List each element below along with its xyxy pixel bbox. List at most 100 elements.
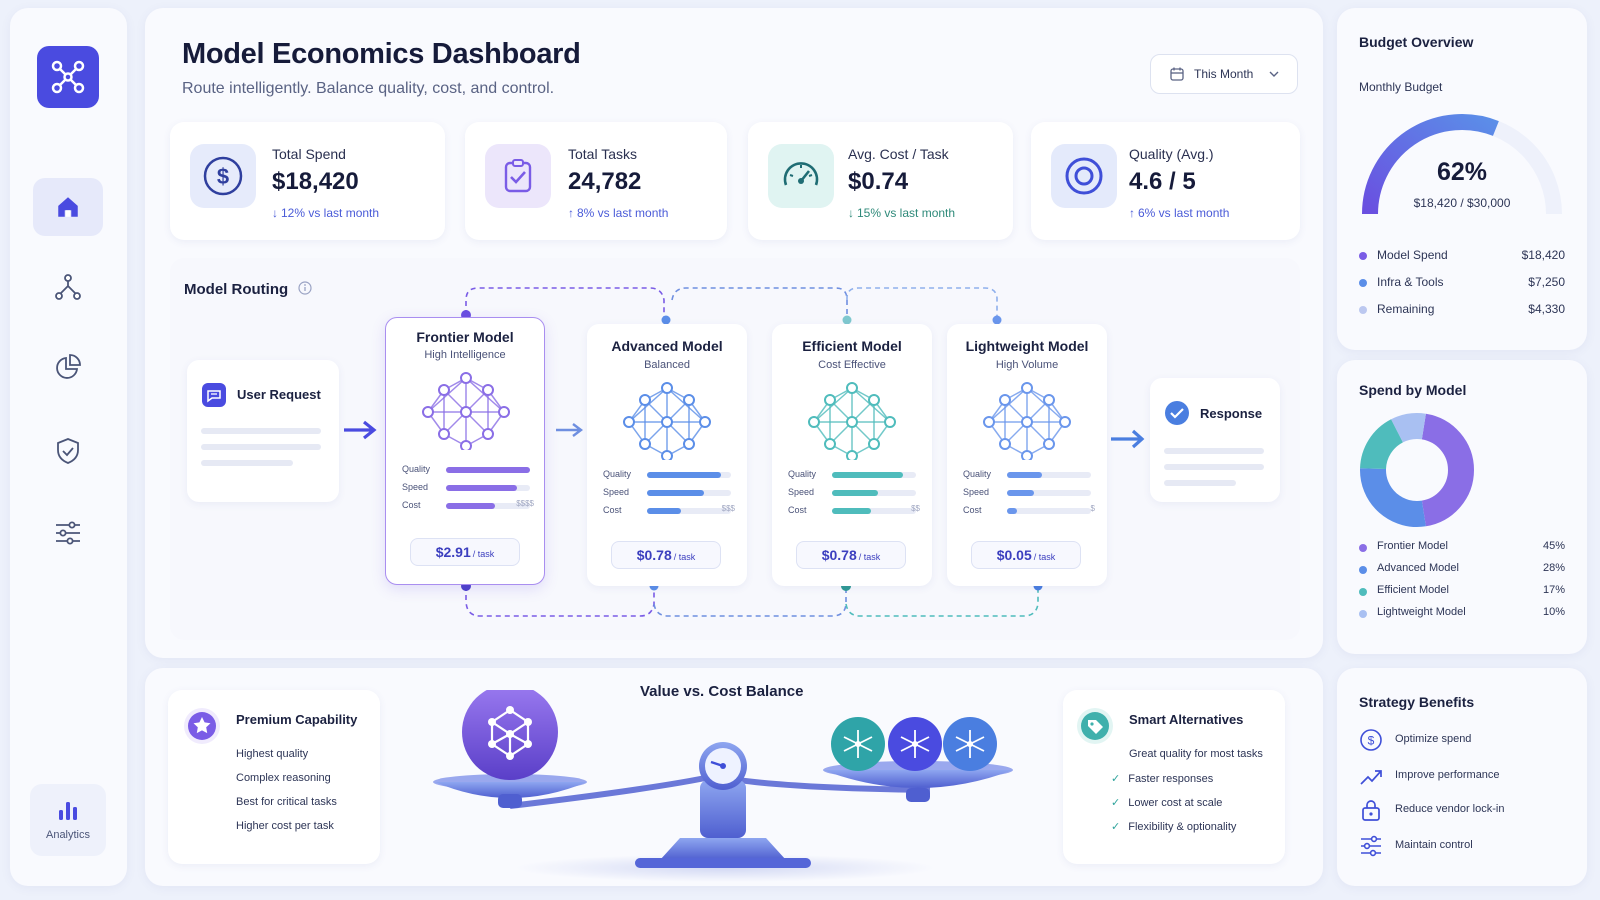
calendar-icon	[1170, 67, 1184, 81]
kpi-icon-box	[768, 144, 834, 208]
price-value: $0.78	[636, 547, 672, 563]
metric-row-quality: Quality	[603, 466, 735, 484]
metric-fill	[1007, 508, 1018, 514]
routing-title: Model Routing	[184, 281, 312, 298]
budget-amount: $18,420 / $30,000	[1413, 196, 1511, 210]
metric-fill	[446, 467, 530, 473]
app-logo[interactable]	[37, 46, 99, 108]
legend-dot	[1359, 566, 1367, 574]
user-request-node[interactable]: User Request	[187, 360, 339, 502]
model-subtitle: High Volume	[995, 359, 1059, 371]
legend-value: $4,330	[1528, 302, 1565, 316]
balance-scale-illustration	[433, 690, 1013, 882]
kpi-change-text: 15% vs last month	[857, 206, 956, 220]
checklist-icon	[504, 159, 532, 193]
metric-row-cost: Cost $$$$	[402, 497, 534, 515]
routing-icon	[55, 274, 81, 300]
model-card-efficient[interactable]: Efficient Model Cost Effective Quality Spee…	[772, 324, 932, 586]
metric-row-speed: Speed	[963, 484, 1095, 502]
nav-analytics-pie[interactable]	[33, 338, 103, 396]
kpi-change-text: 8% vs last month	[577, 206, 669, 220]
alternatives-item-text: Lower cost at scale	[1128, 797, 1223, 809]
kpi-label: Total Spend	[272, 146, 346, 162]
metric-fill	[1007, 490, 1034, 496]
page-title: Model Economics Dashboard	[182, 38, 581, 70]
model-name: Efficient Model	[802, 338, 902, 354]
sliders-icon	[1361, 835, 1381, 857]
model-card-lightweight[interactable]: Lightweight Model High Volume Quality Speed…	[947, 324, 1107, 586]
metric-fill	[647, 508, 681, 514]
model-card-advanced[interactable]: Advanced Model Balanced Quality Speed Cost $$…	[587, 324, 747, 586]
metric-row-cost: Cost $	[963, 502, 1095, 520]
metric-label: Speed	[603, 487, 630, 497]
spend-legend-item: Lightweight Model 10%	[1359, 606, 1565, 622]
alternatives-item: Great quality for most tasks	[1129, 748, 1263, 760]
metric-label: Speed	[788, 487, 815, 497]
kpi-card-total-spend: $ Total Spend $18,420 ↓ 12% vs last month	[170, 122, 445, 240]
model-metrics: Quality Speed Cost $$$$	[402, 461, 534, 515]
legend-name: Advanced Model	[1377, 562, 1459, 574]
info-icon[interactable]	[298, 281, 312, 295]
spend-title: Spend by Model	[1359, 382, 1467, 398]
legend-value: 45%	[1542, 540, 1565, 552]
model-metrics: Quality Speed Cost $	[963, 466, 1095, 520]
alternatives-title: Smart Alternatives	[1129, 712, 1244, 727]
period-select[interactable]: This Month	[1150, 54, 1298, 94]
metric-track	[647, 472, 731, 478]
metric-label: Quality	[402, 464, 431, 474]
nav-settings[interactable]	[33, 504, 103, 562]
placeholder-line	[1164, 448, 1264, 454]
model-card-frontier[interactable]: Frontier Model High Intelligence Quality Sp…	[385, 317, 545, 585]
routing-title-text: Model Routing	[184, 281, 289, 298]
metric-label: Quality	[963, 469, 992, 479]
model-name: Frontier Model	[416, 329, 514, 345]
spend-legend-item: Advanced Model 28%	[1359, 562, 1565, 578]
neural-network-icon	[983, 382, 1071, 460]
budget-legend-item: Model Spend $18,420	[1359, 248, 1565, 264]
legend-dot	[1359, 544, 1367, 552]
spend-legend-item: Efficient Model 17%	[1359, 584, 1565, 600]
nav-analytics[interactable]: Analytics	[30, 784, 106, 856]
legend-name: Remaining	[1377, 302, 1435, 316]
price-value: $0.05	[996, 547, 1032, 563]
legend-dot	[1359, 610, 1367, 618]
sidebar: Analytics	[10, 8, 127, 886]
strategy-item-label: Reduce vendor lock-in	[1395, 803, 1505, 815]
nav-routing[interactable]	[33, 258, 103, 316]
kpi-change: ↑ 8% vs last month	[568, 206, 668, 220]
metric-row-speed: Speed	[402, 479, 534, 497]
model-metrics: Quality Speed Cost $$	[788, 466, 920, 520]
target-icon	[1065, 157, 1103, 195]
metric-track	[832, 508, 916, 514]
metric-row-cost: Cost $$	[788, 502, 920, 520]
premium-item: Higher cost per task	[236, 820, 334, 832]
donut-slice	[1360, 419, 1404, 470]
premium-title: Premium Capability	[236, 712, 358, 727]
kpi-icon-box: $	[190, 144, 256, 208]
response-label: Response	[1200, 406, 1263, 421]
metric-track	[832, 490, 916, 496]
placeholder-line	[1164, 480, 1236, 486]
smart-alternatives-card: Smart Alternatives Great quality for mos…	[1063, 690, 1285, 864]
response-node[interactable]: Response	[1150, 378, 1280, 502]
kpi-value: $0.74	[848, 168, 909, 195]
kpi-card-avg-cost: Avg. Cost / Task $0.74 ↓ 15% vs last mont…	[748, 122, 1013, 240]
donut-slice	[1360, 468, 1426, 527]
legend-name: Infra & Tools	[1377, 275, 1444, 289]
legend-value: 28%	[1542, 562, 1565, 574]
metric-fill	[647, 472, 721, 478]
legend-value: $7,250	[1528, 275, 1565, 289]
kpi-label: Total Tasks	[568, 146, 637, 162]
model-name: Advanced Model	[611, 338, 723, 354]
nav-home[interactable]	[33, 178, 103, 236]
dollar-icon: $	[1360, 729, 1382, 751]
metric-track	[647, 508, 731, 514]
chevron-down-icon	[1269, 71, 1279, 77]
metric-fill	[832, 490, 879, 496]
metric-fill	[446, 485, 518, 491]
kpi-change: ↓ 15% vs last month	[848, 206, 955, 220]
price-unit: / task	[472, 549, 495, 559]
nav-security[interactable]	[33, 422, 103, 480]
spend-by-model-panel: Spend by Model Frontier Model 45% Advance…	[1337, 360, 1587, 654]
network-logo-icon	[51, 60, 85, 94]
